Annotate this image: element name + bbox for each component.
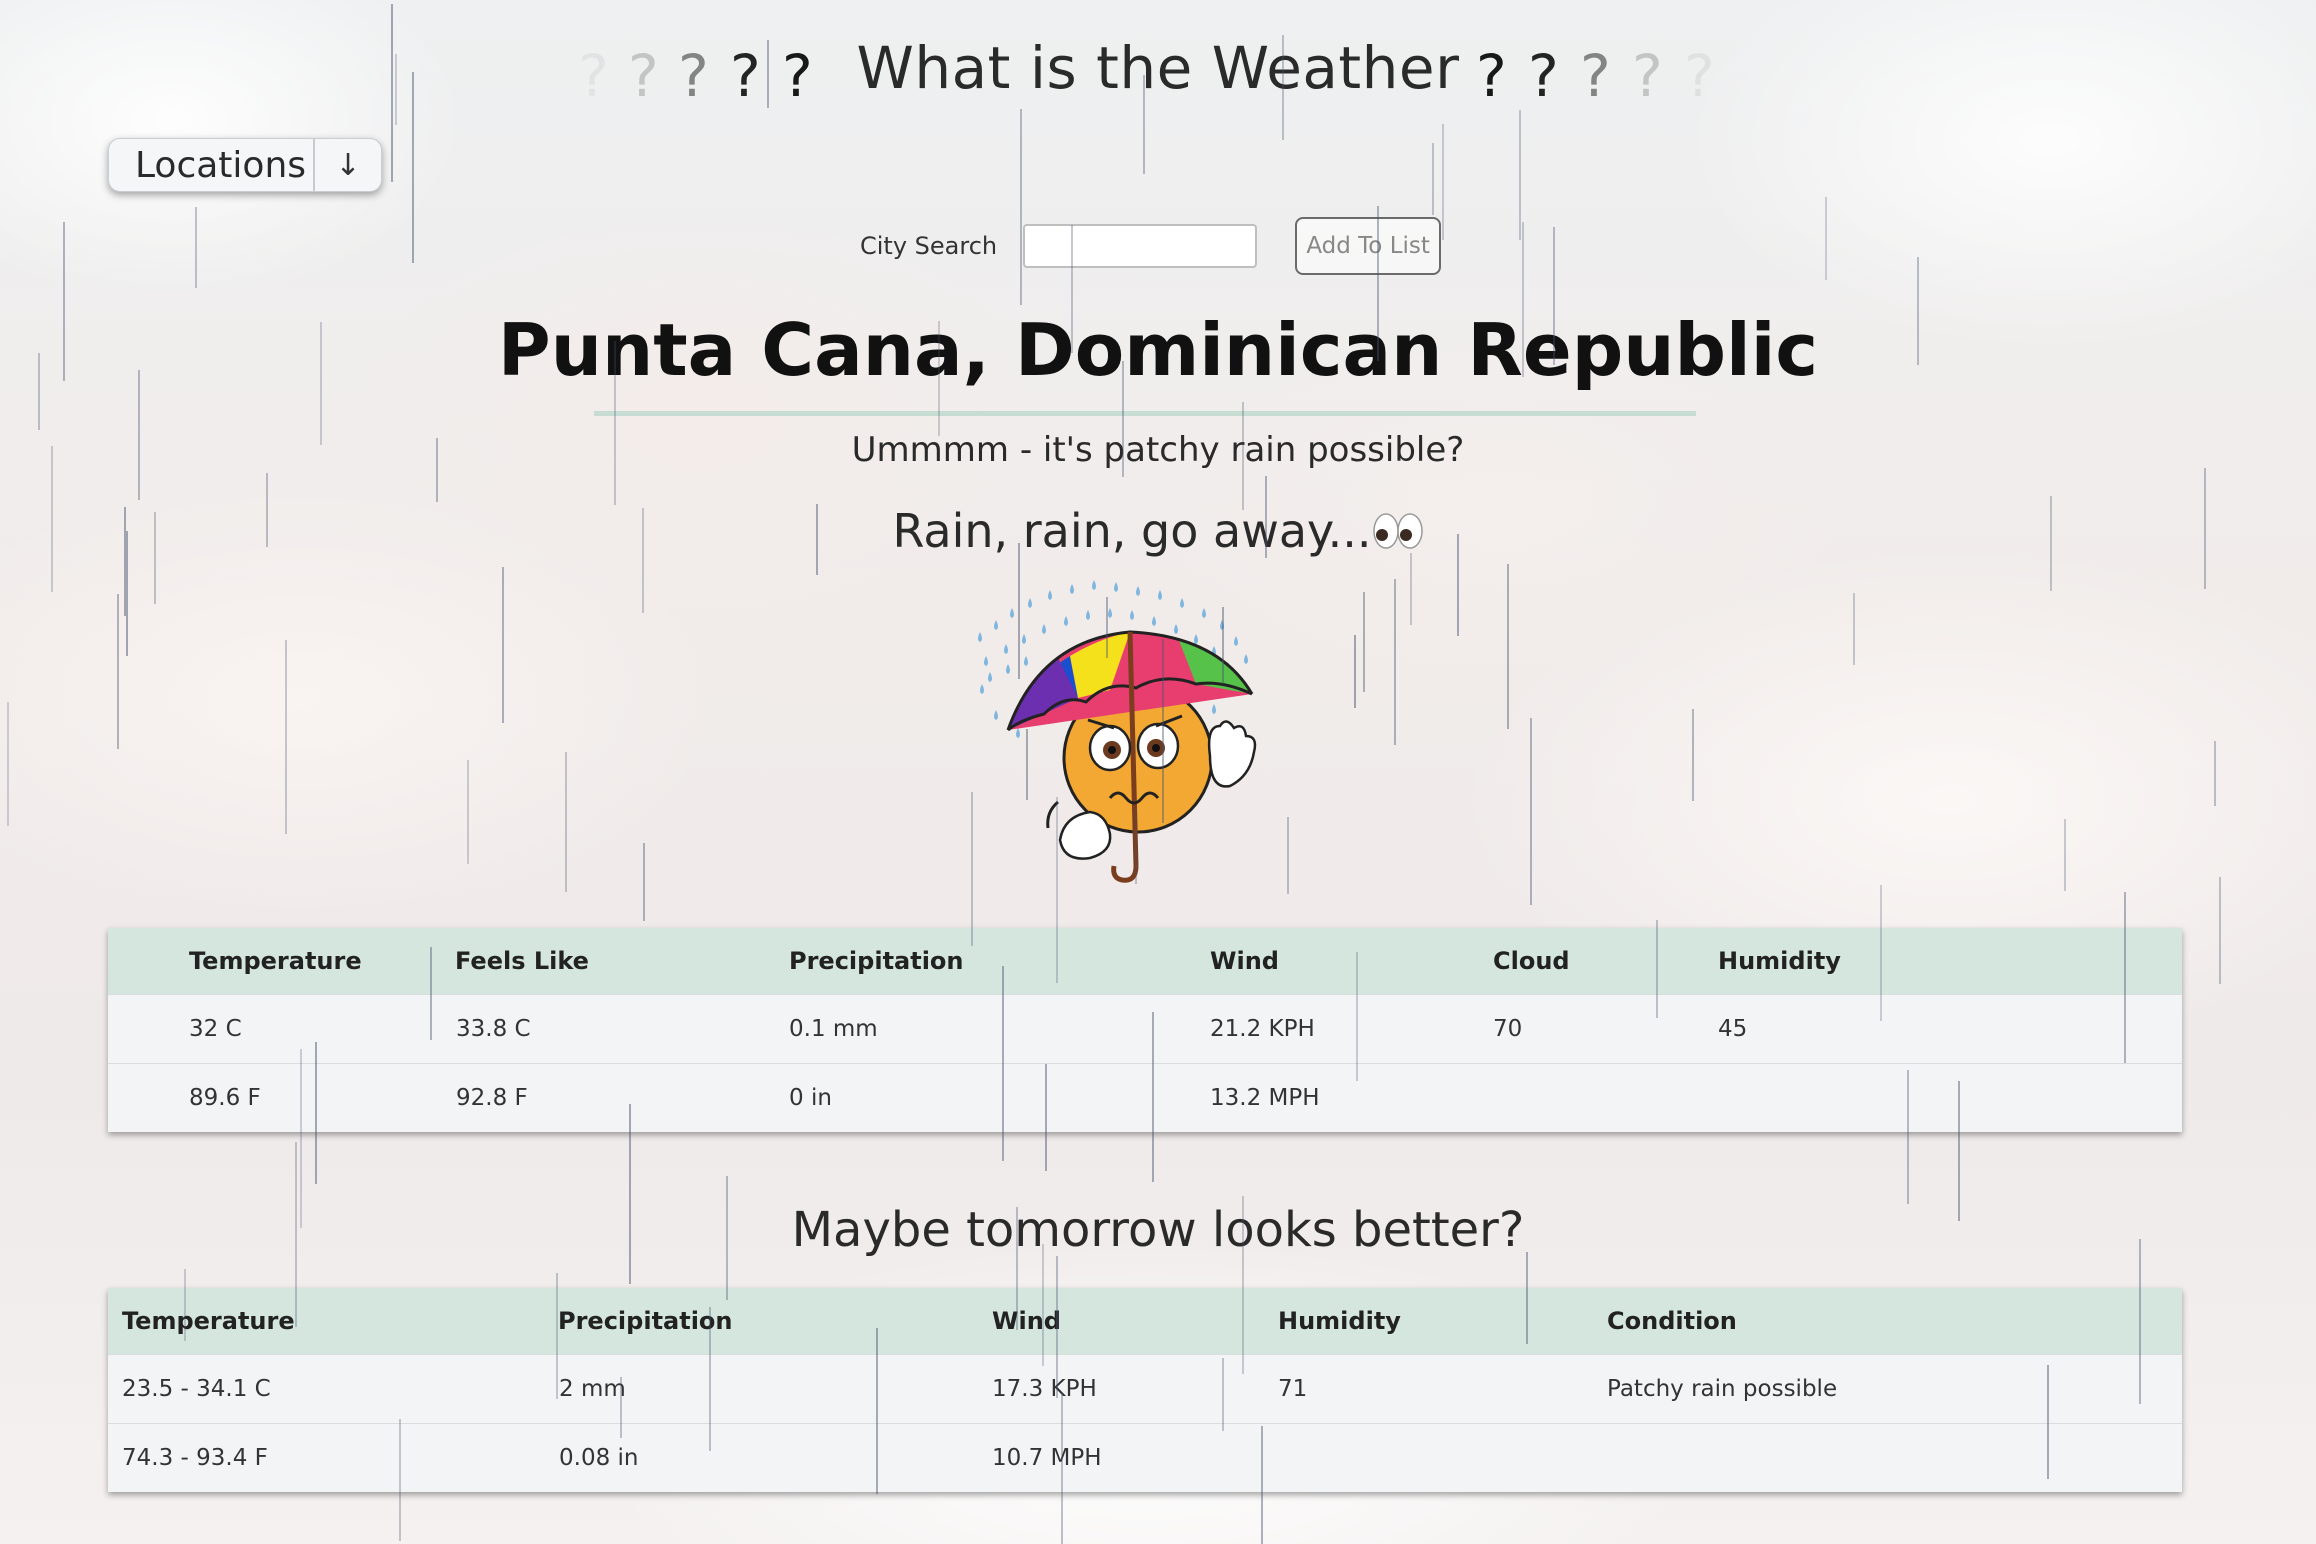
table-header-row: Temperature Feels Like Precipitation Win… <box>108 928 2182 995</box>
table-cell: 0.1 mm <box>788 994 1209 1064</box>
table-cell: 17.3 KPH <box>991 1354 1277 1424</box>
locations-dropdown-button[interactable]: Locations ↓ <box>108 138 382 192</box>
col-wind: Wind <box>1209 928 1492 995</box>
tomorrow-forecast-table: Temperature Precipitation Wind Humidity … <box>108 1288 2182 1492</box>
table-cell: 10.7 MPH <box>991 1423 1277 1492</box>
city-search-form: City Search Add To List <box>860 216 1442 276</box>
question-mark: ? <box>1684 42 1715 110</box>
table-cell: 2 mm <box>558 1354 991 1424</box>
table-cell <box>1492 1063 1717 1132</box>
col-cloud: Cloud <box>1492 928 1717 995</box>
table-cell: 70 <box>1492 994 1717 1064</box>
table-cell: Patchy rain possible <box>1606 1354 2182 1424</box>
city-underline <box>594 411 1696 416</box>
quip-text: Rain, rain, go away... <box>892 504 1372 558</box>
table-cell <box>1277 1423 1606 1492</box>
question-mark: ? <box>1476 42 1507 110</box>
table-cell: 33.8 C <box>455 994 788 1064</box>
table-cell <box>1606 1423 2182 1492</box>
table-cell: 23.5 - 34.1 C <box>108 1354 558 1424</box>
table-cell: 45 <box>1717 994 2182 1064</box>
table-header-row: Temperature Precipitation Wind Humidity … <box>108 1288 2182 1355</box>
col-feels-like: Feels Like <box>455 928 788 995</box>
col-temperature: Temperature <box>108 928 455 995</box>
table-cell: 74.3 - 93.4 F <box>108 1423 558 1492</box>
weather-quip: Rain, rain, go away... <box>0 504 2316 558</box>
table-cell: 21.2 KPH <box>1209 994 1492 1064</box>
col-precipitation: Precipitation <box>788 928 1209 995</box>
table-cell: 0.08 in <box>558 1423 991 1492</box>
col-precipitation: Precipitation <box>558 1288 991 1355</box>
table-cell: 0 in <box>788 1063 1209 1132</box>
question-mark: ? <box>1632 42 1663 110</box>
rain-umbrella-emoji-icon <box>978 580 1257 883</box>
page-title: What is the Weather <box>856 34 1460 102</box>
table-row: 23.5 - 34.1 C 2 mm 17.3 KPH 71 Patchy ra… <box>108 1354 2182 1424</box>
condition-text: Ummmm - it's patchy rain possible? <box>851 430 1465 470</box>
table-row: 32 C 33.8 C 0.1 mm 21.2 KPH 70 45 <box>108 994 2182 1064</box>
col-humidity: Humidity <box>1277 1288 1606 1355</box>
city-search-label: City Search <box>860 232 998 260</box>
add-to-list-button[interactable]: Add To List <box>1295 217 1442 275</box>
city-search-input[interactable] <box>1023 224 1258 268</box>
table-cell <box>1717 1063 2182 1132</box>
city-name: Punta Cana, Dominican Republic <box>497 308 1819 392</box>
header: ? ? ? ? ? What is the Weather ? ? ? ? ? <box>0 30 2316 130</box>
current-weather-table: Temperature Feels Like Precipitation Win… <box>108 928 2182 1132</box>
question-mark: ? <box>1528 42 1559 110</box>
arrow-down-icon[interactable]: ↓ <box>313 139 381 191</box>
col-wind: Wind <box>991 1288 1277 1355</box>
col-condition: Condition <box>1606 1288 2182 1355</box>
table-row: 89.6 F 92.8 F 0 in 13.2 MPH <box>108 1063 2182 1132</box>
question-mark: ? <box>1580 42 1611 110</box>
table-cell: 13.2 MPH <box>1209 1063 1492 1132</box>
eyes-icon <box>1372 513 1423 549</box>
tomorrow-heading: Maybe tomorrow looks better? <box>791 1202 1525 1258</box>
col-temperature: Temperature <box>108 1288 558 1355</box>
table-row: 74.3 - 93.4 F 0.08 in 10.7 MPH <box>108 1423 2182 1492</box>
table-cell: 89.6 F <box>108 1063 455 1132</box>
table-cell: 71 <box>1277 1354 1606 1424</box>
col-humidity: Humidity <box>1717 928 2182 995</box>
locations-label: Locations <box>135 144 307 186</box>
table-cell: 32 C <box>108 994 455 1064</box>
table-cell: 92.8 F <box>455 1063 788 1132</box>
